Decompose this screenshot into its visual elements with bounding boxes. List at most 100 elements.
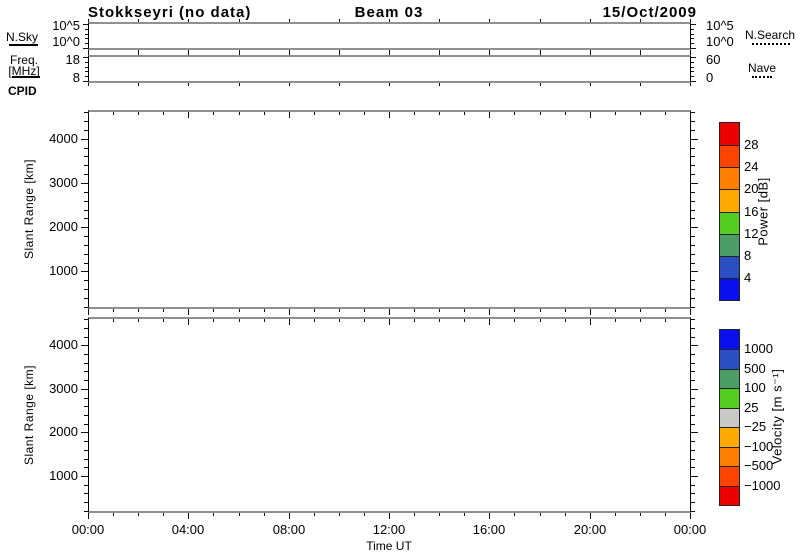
tick-mark: [84, 441, 88, 442]
tick-mark: [691, 467, 695, 468]
tick-mark: [289, 112, 290, 118]
tick-mark: [691, 81, 696, 82]
tick-mark: [84, 450, 88, 451]
tick-mark: [84, 174, 88, 175]
tick-mark: [489, 52, 490, 55]
tick-mark: [88, 513, 89, 519]
power-colorbar-tick-label: 8: [744, 248, 751, 263]
tick-mark: [81, 476, 88, 477]
tick-mark: [84, 424, 88, 425]
tick-mark: [188, 83, 189, 86]
power-colorbar-segment: [720, 256, 739, 278]
tick-mark: [590, 19, 591, 22]
tick-mark: [163, 112, 164, 115]
power-colorbar-segment: [720, 234, 739, 256]
tick-mark: [439, 19, 440, 22]
tick-mark: [84, 148, 88, 149]
tick-mark: [691, 493, 695, 494]
tick-mark: [691, 24, 696, 25]
velocity-colorbar-segment: [720, 486, 739, 505]
tick-mark: [84, 511, 88, 512]
tick-mark: [691, 354, 695, 355]
tick-mark: [665, 309, 666, 312]
tick-mark: [691, 245, 695, 246]
velocity-ytick-label: 2000: [30, 424, 78, 439]
tick-mark: [691, 254, 695, 255]
tick-mark: [590, 513, 591, 519]
tick-mark: [489, 319, 490, 325]
xtick-label: 20:00: [560, 522, 620, 537]
noise-panel: [88, 22, 691, 50]
velocity-colorbar-tick-label: −25: [744, 419, 766, 434]
xtick-label: 08:00: [259, 522, 319, 537]
tick-mark: [691, 227, 698, 228]
power-ylabel: Slant Range [km]: [22, 149, 36, 269]
tick-mark: [138, 309, 139, 312]
noise-right-tick-label: 10^0: [706, 34, 734, 49]
tick-mark: [691, 307, 695, 308]
tick-mark: [691, 263, 695, 264]
tick-mark: [414, 513, 415, 516]
tick-mark: [389, 309, 390, 315]
power-colorbar-segment: [720, 167, 739, 189]
tick-mark: [691, 476, 698, 477]
velocity-colorbar-segment: [720, 330, 739, 349]
tick-mark: [188, 309, 189, 315]
tick-mark: [691, 112, 695, 113]
tick-mark: [84, 493, 88, 494]
tick-mark: [84, 415, 88, 416]
tick-mark: [138, 83, 139, 86]
tick-mark: [84, 201, 88, 202]
power-colorbar-segment: [720, 123, 739, 145]
tick-mark: [83, 48, 88, 49]
tick-mark: [239, 513, 240, 516]
tick-mark: [84, 298, 88, 299]
tick-mark: [84, 192, 88, 193]
tick-mark: [414, 112, 415, 115]
tick-mark: [690, 309, 691, 315]
tick-mark: [691, 298, 695, 299]
tick-mark: [339, 319, 340, 322]
tick-mark: [85, 76, 88, 77]
tick-mark: [691, 174, 695, 175]
tick-mark: [84, 245, 88, 246]
velocity-colorbar-segment: [720, 447, 739, 466]
tick-mark: [489, 513, 490, 519]
velocity-colorbar-segment: [720, 369, 739, 388]
tick-mark: [514, 112, 515, 115]
tick-mark: [113, 319, 114, 322]
tick-mark: [84, 165, 88, 166]
tick-mark: [84, 307, 88, 308]
tick-mark: [691, 441, 695, 442]
tick-mark: [213, 112, 214, 115]
tick-mark: [239, 319, 240, 322]
tick-mark: [665, 112, 666, 115]
tick-mark: [590, 83, 591, 86]
tick-mark: [83, 81, 88, 82]
tick-mark: [691, 156, 695, 157]
noise-right-tick-label: 10^5: [706, 18, 734, 33]
tick-mark: [640, 52, 641, 55]
tick-mark: [690, 513, 691, 519]
tick-mark: [540, 112, 541, 115]
tick-mark: [540, 83, 541, 86]
tick-mark: [364, 319, 365, 322]
tick-mark: [188, 319, 189, 325]
velocity-ytick-label: 3000: [30, 381, 78, 396]
tick-mark: [691, 389, 698, 390]
tick-mark: [84, 467, 88, 468]
tick-mark: [85, 62, 88, 63]
tick-mark: [691, 398, 695, 399]
tick-mark: [464, 112, 465, 115]
superdarn-summary-plot: Stokkseyri (no data) Beam 03 15/Oct/2009…: [0, 0, 800, 554]
xtick-label: 16:00: [459, 522, 519, 537]
tick-mark: [691, 38, 694, 39]
tick-mark: [489, 309, 490, 315]
noise-left-tick-label: 10^0: [36, 34, 80, 49]
power-ytick-label: 4000: [30, 131, 78, 146]
tick-mark: [439, 309, 440, 312]
tick-mark: [640, 513, 641, 516]
tick-mark: [84, 398, 88, 399]
tick-mark: [81, 183, 88, 184]
tick-mark: [213, 513, 214, 516]
